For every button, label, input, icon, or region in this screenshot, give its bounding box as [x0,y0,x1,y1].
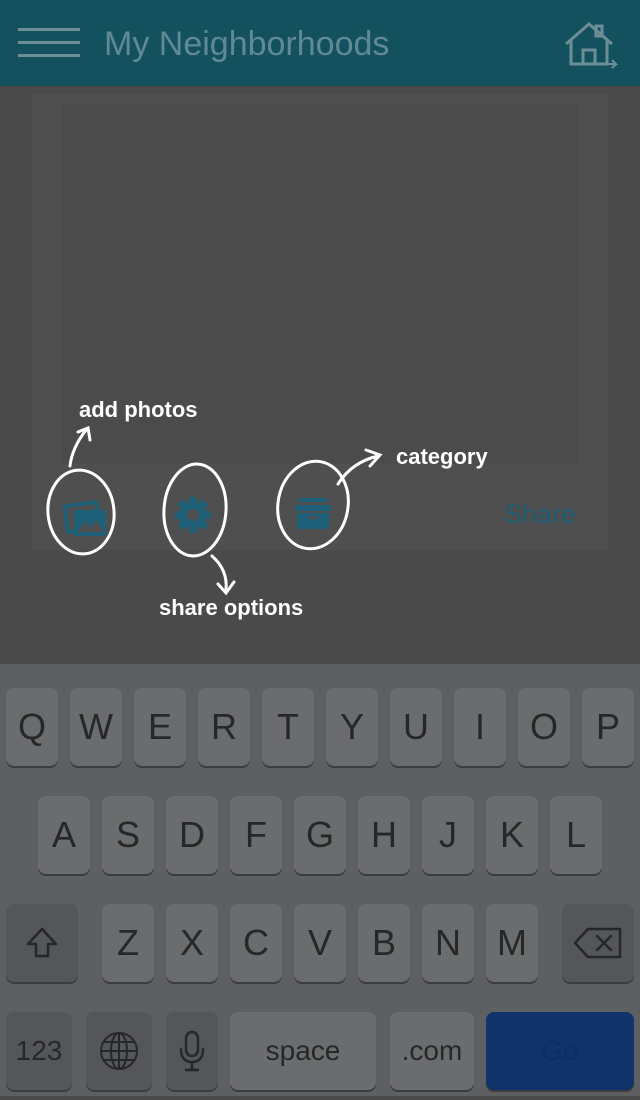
share-options-annotation: share options [159,595,304,620]
key-q[interactable]: Q [6,688,58,766]
backspace-icon [573,927,622,959]
key-b[interactable]: B [358,904,410,982]
key-f[interactable]: F [230,796,282,874]
key-i[interactable]: I [454,688,506,766]
onscreen-keyboard: Q W E R T Y U I O P A S D F G H J K L Z … [0,664,640,1096]
key-r[interactable]: R [198,688,250,766]
key-m[interactable]: M [486,904,538,982]
key-u[interactable]: U [390,688,442,766]
category-box-icon[interactable] [286,486,340,540]
key-a[interactable]: A [38,796,90,874]
key-h[interactable]: H [358,796,410,874]
page-title: My Neighborhoods [104,25,390,63]
key-p[interactable]: P [582,688,634,766]
add-photos-icon[interactable] [58,490,112,544]
space-key[interactable]: space [230,1012,376,1090]
key-c[interactable]: C [230,904,282,982]
key-y[interactable]: Y [326,688,378,766]
key-j[interactable]: J [422,796,474,874]
home-icon[interactable] [560,20,618,70]
settings-gear-icon[interactable] [166,488,220,542]
shift-key[interactable] [6,904,78,982]
key-k[interactable]: K [486,796,538,874]
dotcom-key[interactable]: .com [390,1012,474,1090]
post-composer: Share [32,94,608,550]
app-header: My Neighborhoods [0,0,640,86]
key-n[interactable]: N [422,904,474,982]
hamburger-menu-icon[interactable] [18,28,80,60]
key-w[interactable]: W [70,688,122,766]
key-x[interactable]: X [166,904,218,982]
key-s[interactable]: S [102,796,154,874]
key-d[interactable]: D [166,796,218,874]
key-t[interactable]: T [262,688,314,766]
microphone-icon [179,1030,205,1072]
numbers-key[interactable]: 123 [6,1012,72,1090]
key-e[interactable]: E [134,688,186,766]
delete-key[interactable] [562,904,634,982]
go-key[interactable]: Go [486,1012,634,1090]
globe-icon [100,1032,138,1070]
key-l[interactable]: L [550,796,602,874]
key-v[interactable]: V [294,904,346,982]
add-photos-annotation: add photos [79,397,198,422]
globe-key[interactable] [86,1012,152,1090]
dictation-key[interactable] [166,1012,218,1090]
key-g[interactable]: G [294,796,346,874]
key-o[interactable]: O [518,688,570,766]
category-annotation: category [396,444,488,469]
key-z[interactable]: Z [102,904,154,982]
shift-arrow-icon [26,927,58,958]
share-button[interactable]: Share [504,494,576,534]
